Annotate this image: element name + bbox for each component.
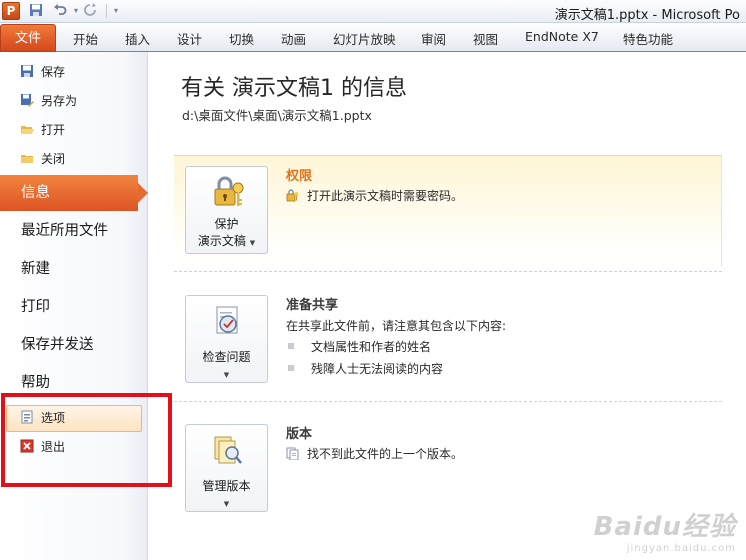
highlight-annotation-frame [1,393,172,487]
nav-help[interactable]: 帮助 [21,373,50,393]
nav-new[interactable]: 新建 [21,259,50,279]
save-icon [20,64,34,78]
qat-separator [106,4,107,18]
permissions-title: 权限 [286,169,313,184]
tab-insert[interactable]: 插入 [125,29,150,48]
redo-icon[interactable] [82,3,98,19]
tab-view[interactable]: 视图 [473,29,498,48]
nav-close-label: 关闭 [41,152,66,166]
nav-save-and-send[interactable]: 保存并发送 [21,335,94,355]
protect-label-line1: 保护 [214,217,239,231]
watermark-sub: jingyan.baidu.com [626,543,736,554]
lock-key-icon [186,175,267,211]
page-title: 有关 演示文稿1 的信息 [181,76,407,101]
dropdown-caret-icon: ▼ [223,371,230,379]
nav-save[interactable]: 保存 [20,62,65,82]
watermark-brand: Baidu经验 [593,512,736,542]
inspect-document-icon [186,304,267,340]
dropdown-caret-icon: ▼ [249,239,256,247]
manage-versions-icon [186,433,267,469]
versions-text-row: 找不到此文件的上一个版本。 [286,445,463,462]
password-lock-icon [286,189,299,202]
customize-qat-icon[interactable]: ▾ [108,3,124,19]
tab-review[interactable]: 审阅 [421,29,446,48]
check-for-issues-button[interactable]: 检查问题 ▼ [185,295,268,383]
nav-recent[interactable]: 最近所用文件 [21,221,108,241]
tab-home[interactable]: 开始 [73,29,98,48]
nav-open-label: 打开 [41,123,66,137]
bullet-square [288,343,294,349]
manage-versions-button[interactable]: 管理版本 ▼ [185,424,268,512]
nav-print[interactable]: 打印 [21,297,50,317]
info-pane: 有关 演示文稿1 的信息 d:\桌面文件\桌面\演示文稿1.pptx 保护 演示… [149,52,746,560]
close-folder-icon [20,151,34,165]
permissions-text-row: 打开此演示文稿时需要密码。 [286,187,463,204]
versions-dropdown-wrap: ▼ [186,494,267,512]
file-path: d:\桌面文件\桌面\演示文稿1.pptx [182,108,372,123]
prepare-bullet: 文档属性和作者的姓名 [288,338,431,355]
save-icon[interactable] [28,3,44,19]
prepare-text: 在共享此文件前，请注意其包含以下内容: [286,319,507,333]
prepare-bullet-text: 残障人士无法阅读的内容 [311,362,444,376]
versions-title: 版本 [286,427,313,442]
prepare-bullet-text: 文档属性和作者的姓名 [311,340,432,354]
manage-versions-label: 管理版本 [202,479,251,493]
ribbon-tab-bar: 文件 开始 插入 设计 切换 动画 幻灯片放映 审阅 视图 EndNote X7… [0,23,746,52]
dropdown-caret-icon: ▼ [223,500,230,508]
prepare-bullet: 残障人士无法阅读的内容 [288,360,443,377]
window-title: 演示文稿1.pptx - Microsoft Po [554,8,740,23]
tab-animations[interactable]: 动画 [281,29,306,48]
check-for-issues-label: 检查问题 [202,350,251,364]
permissions-text: 打开此演示文稿时需要密码。 [307,189,464,203]
nav-save-as[interactable]: 另存为 [20,91,77,111]
tab-special-features[interactable]: 特色功能 [623,29,673,48]
version-document-icon [286,447,299,461]
bullet-square [288,365,294,371]
nav-info[interactable]: 信息 [0,175,148,211]
baidu-watermark: Baidu经验 jingyan.baidu.com [594,506,736,554]
protect-presentation-button[interactable]: 保护 演示文稿 ▼ [185,166,268,254]
tab-file[interactable]: 文件 [0,24,56,52]
nav-save-as-label: 另存为 [41,94,78,108]
protect-label-line2: 演示文稿 [197,234,246,248]
nav-close[interactable]: 关闭 [20,149,65,169]
section-divider [174,271,722,272]
undo-icon[interactable] [52,3,68,19]
nav-open[interactable]: 打开 [20,120,65,140]
tab-slide-show[interactable]: 幻灯片放映 [333,29,396,48]
check-dropdown-wrap: ▼ [186,365,267,383]
nav-save-label: 保存 [41,65,66,79]
save-as-icon [20,93,34,107]
protect-label-line2-wrap: 演示文稿 ▼ [186,233,267,251]
open-folder-icon [20,122,34,136]
prepare-title: 准备共享 [286,298,339,313]
versions-text: 找不到此文件的上一个版本。 [307,447,464,461]
tab-transitions[interactable]: 切换 [229,29,254,48]
tab-design[interactable]: 设计 [177,29,202,48]
tab-endnote[interactable]: EndNote X7 [525,29,599,44]
section-divider [174,401,722,402]
title-bar: P ▾ ▾ 演示文稿1.pptx - Microsoft Po [0,0,746,23]
powerpoint-app-icon[interactable]: P [2,2,20,20]
